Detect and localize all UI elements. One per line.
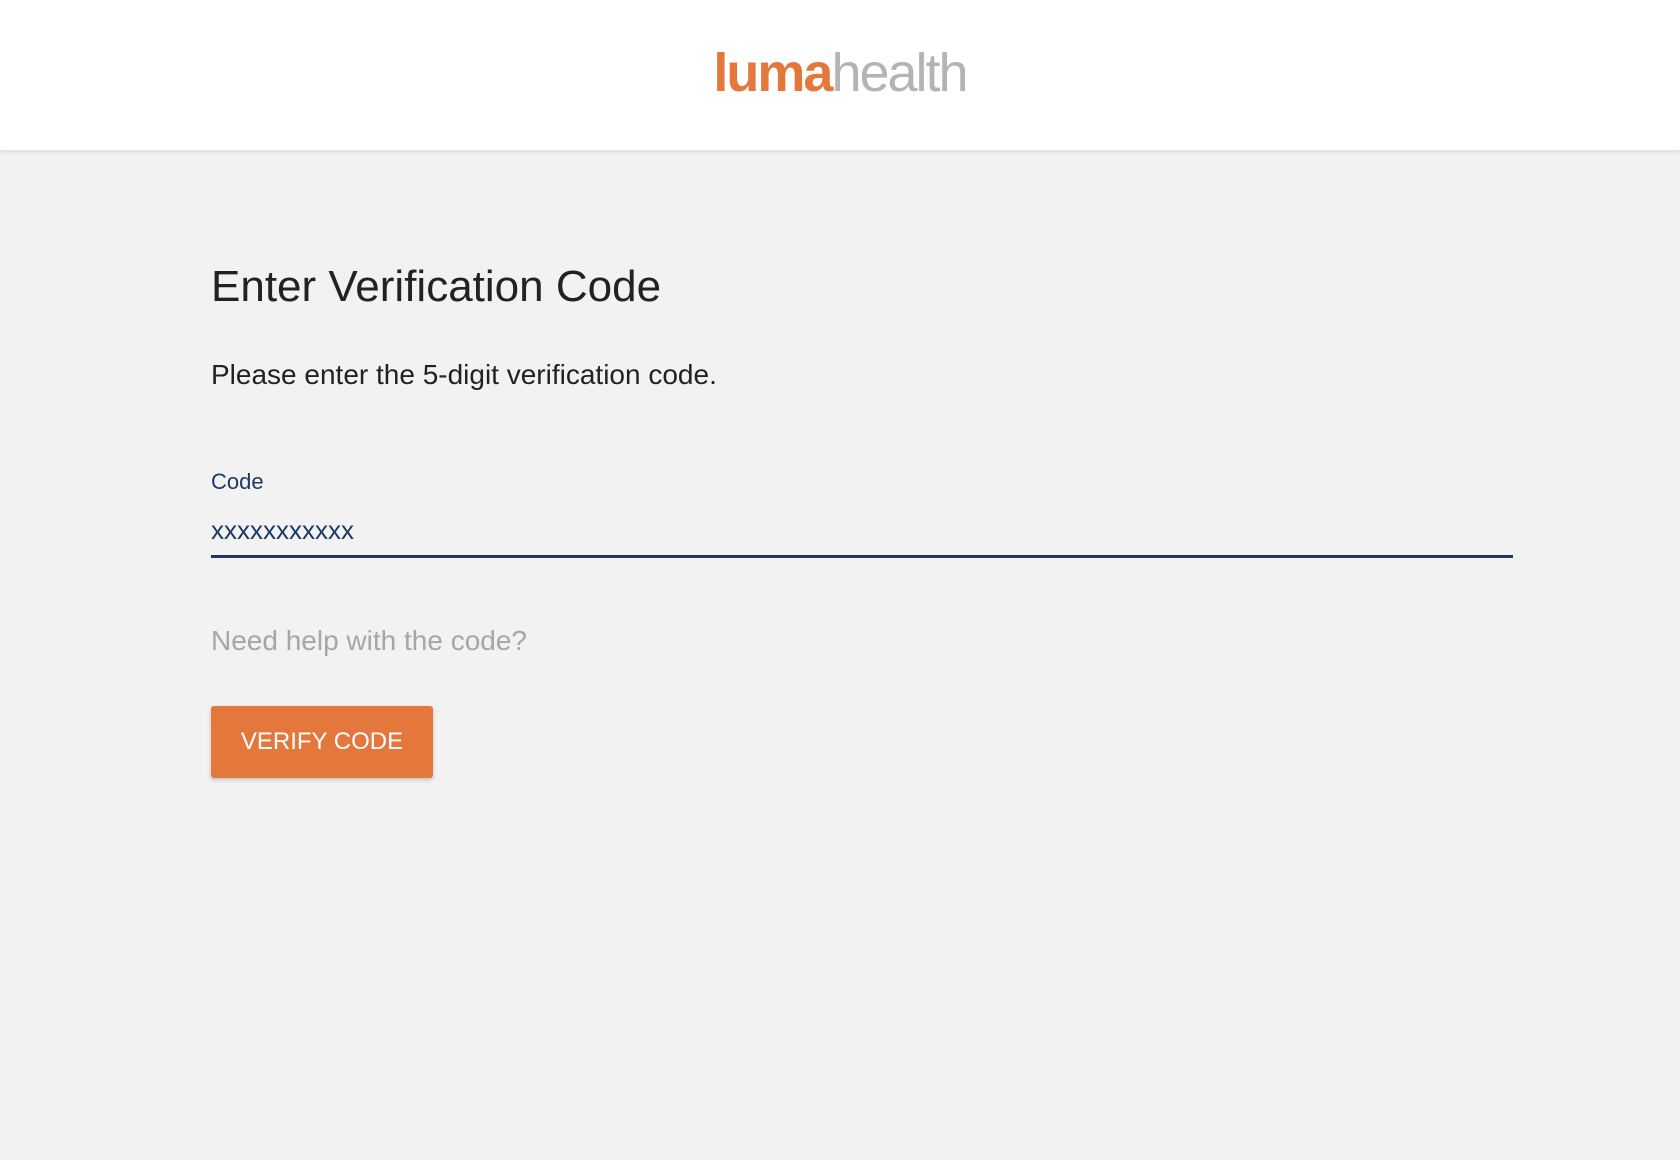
instructions-text: Please enter the 5-digit verification co…	[211, 359, 717, 390]
need-help-link[interactable]: Need help with the code?	[211, 623, 527, 659]
top-header: lumahealth	[0, 0, 1680, 151]
logo-health-text: health	[831, 43, 968, 103]
page-title: Enter Verification Code	[211, 262, 662, 311]
luma-health-logo[interactable]: lumahealth	[0, 42, 1680, 104]
logo-luma-text: luma	[713, 43, 833, 103]
code-input[interactable]	[211, 510, 1513, 558]
verify-code-button[interactable]: VERIFY CODE	[211, 706, 433, 778]
code-field-label: Code	[211, 469, 264, 494]
